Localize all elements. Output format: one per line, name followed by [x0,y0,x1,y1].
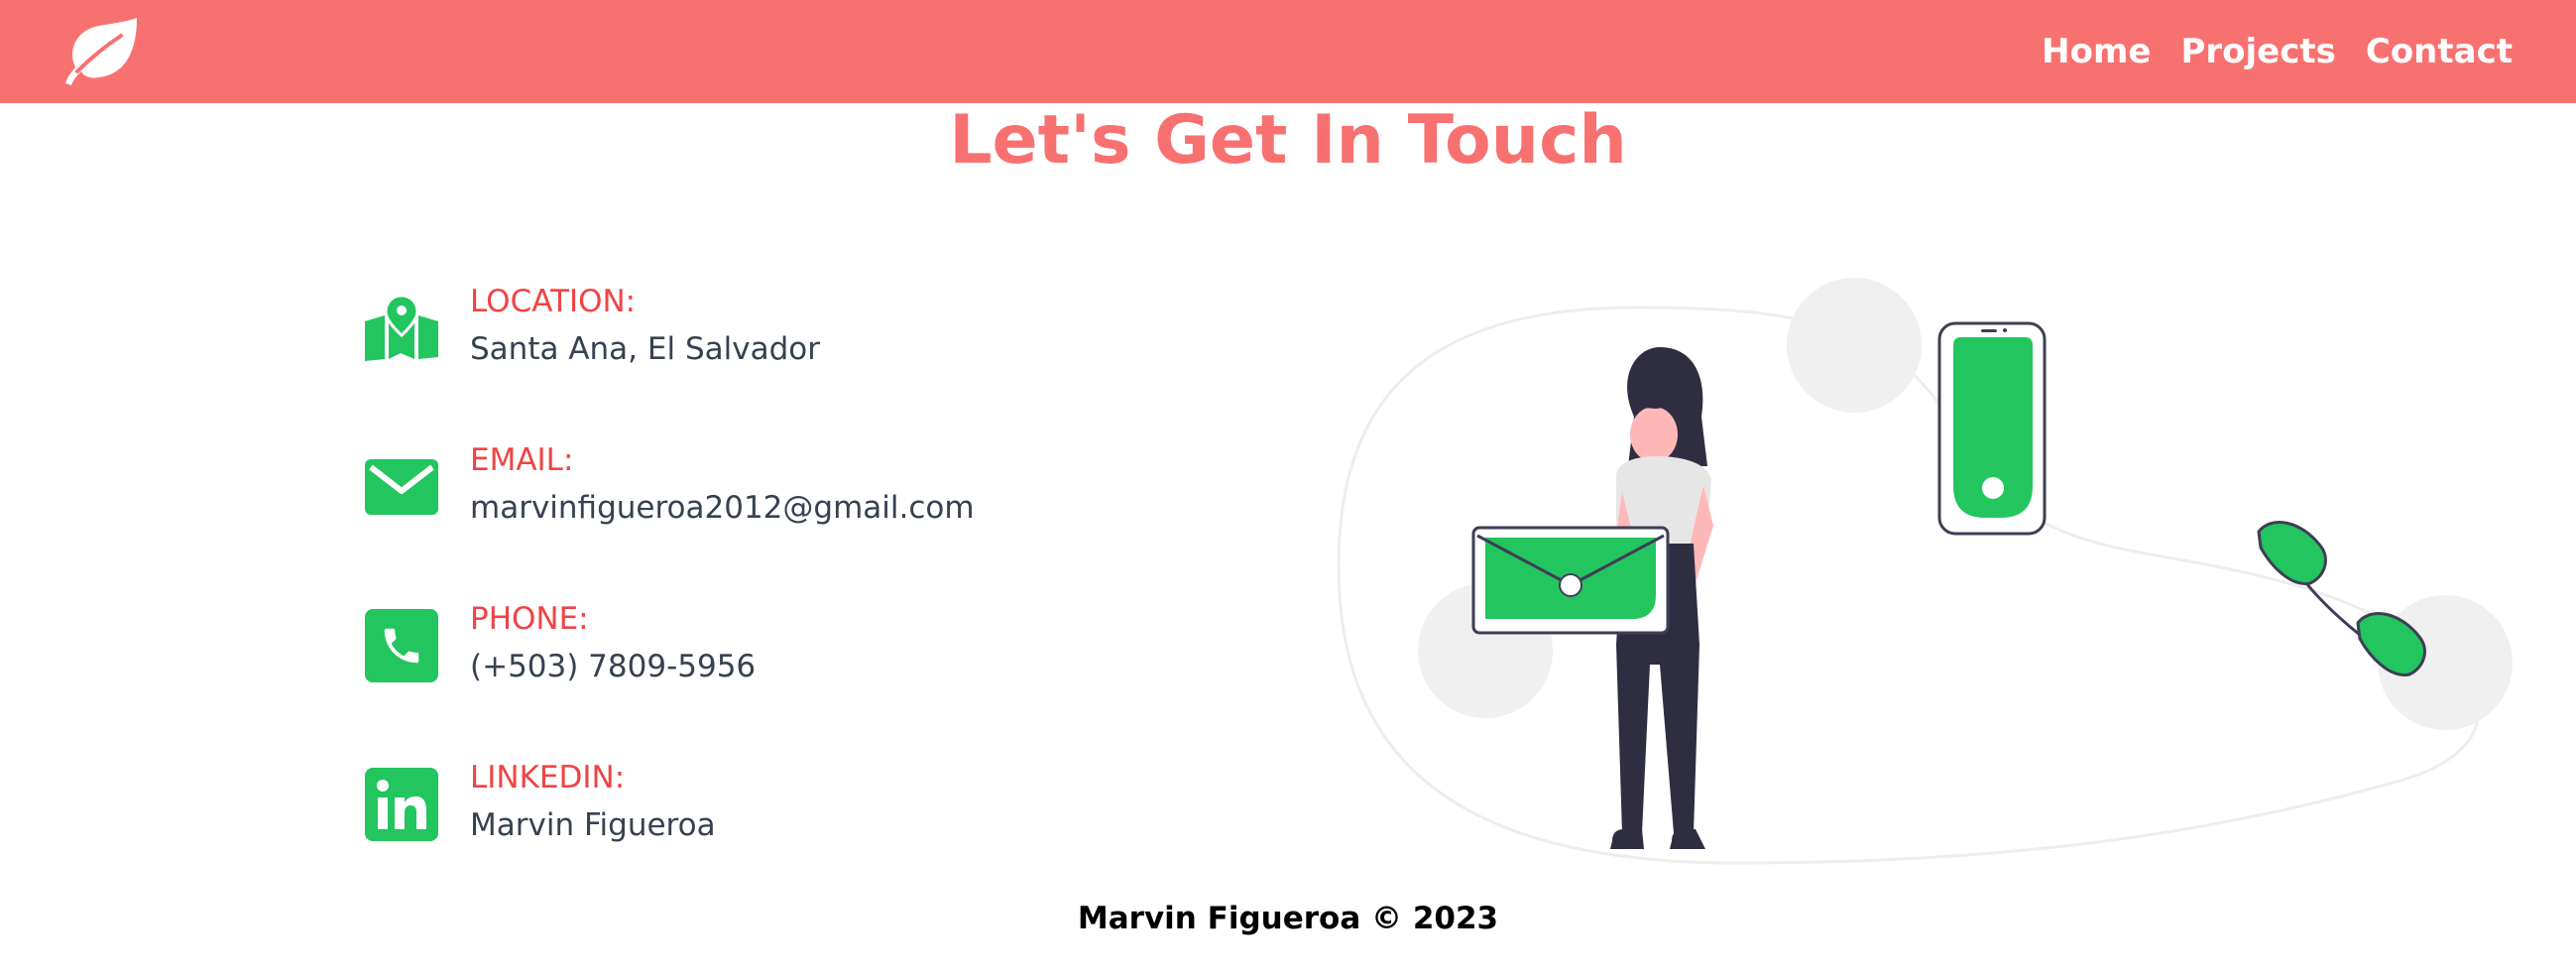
nav-link-contact[interactable]: Contact [2366,32,2513,71]
location-value: Santa Ana, El Salvador [470,331,820,367]
nav-link-home[interactable]: Home [2042,32,2151,71]
page-title: Let's Get In Touch [949,101,1627,180]
email-label: EMAIL: [470,442,574,478]
main-nav: Home Projects Contact [2012,0,2513,103]
linkedin-label: LINKEDIN: [470,760,626,795]
email-value[interactable]: marvinfigueroa2012@gmail.com [470,490,975,526]
location-label: LOCATION: [470,284,637,319]
leaf-icon[interactable] [59,16,139,87]
phone-value[interactable]: (+503) 7809-5956 [470,649,756,684]
phone-label: PHONE: [470,601,589,637]
phone-icon [365,609,438,682]
envelope-icon [365,450,438,524]
linkedin-value[interactable]: Marvin Figueroa [470,807,716,843]
contact-illustration [1319,268,2528,873]
footer-copyright: Marvin Figueroa © 2023 [1077,901,1499,936]
map-pin-icon [365,292,438,365]
navbar: Home Projects Contact [0,0,2576,103]
linkedin-icon [365,768,438,841]
nav-link-projects[interactable]: Projects [2180,32,2335,71]
